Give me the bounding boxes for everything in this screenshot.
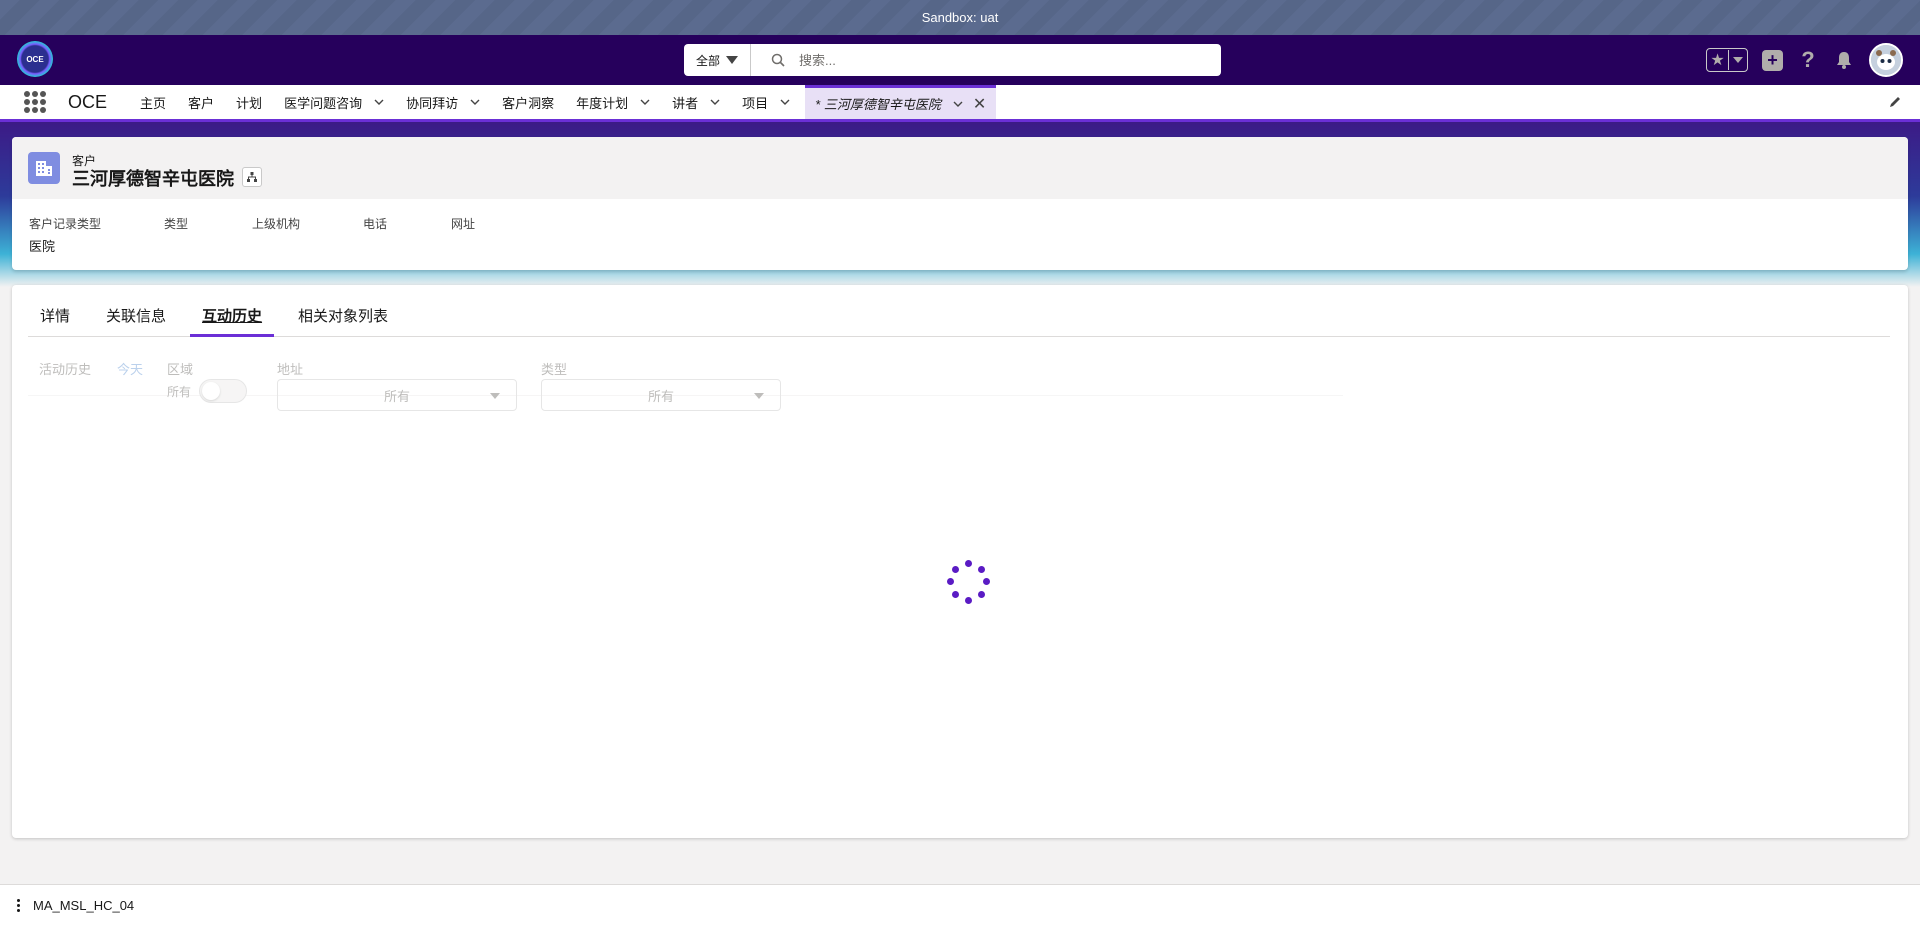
interaction-history-filters: 活动历史 今天 区域 所有 地址 所有 类型 所有: [28, 348, 1343, 411]
favorites-caret-icon[interactable]: [1729, 57, 1747, 63]
user-avatar[interactable]: [1869, 43, 1903, 77]
nav-item-label: 计划: [236, 95, 263, 111]
type-select-value: 所有: [647, 388, 674, 404]
highlight-website: 网址: [451, 215, 539, 255]
record-tabset: 详情 关联信息 互动历史 相关对象列表: [28, 285, 1890, 337]
nav-item-annual-plan[interactable]: 年度计划: [565, 85, 661, 119]
nav-item-medical-inquiry[interactable]: 医学问题咨询: [273, 85, 395, 119]
nav-item-label: 年度计划: [576, 95, 629, 111]
utility-bar: MA_MSL_HC_04: [0, 884, 1920, 925]
record-tabs-card: 详情 关联信息 互动历史 相关对象列表 活动历史 今天 区域 所有 地址 所有 …: [12, 285, 1908, 838]
chevron-down-icon[interactable]: [470, 97, 480, 107]
highlight-label: 客户记录类型: [29, 217, 102, 231]
favorites-star-icon[interactable]: ★: [1707, 50, 1729, 70]
address-select[interactable]: 所有: [277, 379, 517, 411]
nav-item-coaching-visit[interactable]: 协同拜访: [395, 85, 491, 119]
chevron-down-icon[interactable]: [710, 97, 720, 107]
nav-item-accounts[interactable]: 客户: [177, 85, 225, 119]
search-scope-dropdown[interactable]: 全部: [684, 44, 751, 76]
highlight-label: 电话: [363, 217, 388, 231]
highlight-parent-account: 上级机构: [252, 215, 363, 255]
record-title: 三河厚德智辛屯医院: [72, 169, 234, 189]
highlight-type: 类型: [164, 215, 252, 255]
nav-item-plan[interactable]: 计划: [225, 85, 273, 119]
highlights-panel: 客户记录类型 医院 类型 上级机构 电话 网址: [29, 215, 539, 255]
nav-item-label: 客户: [188, 95, 215, 111]
territory-label: 区域: [167, 362, 194, 377]
today-link[interactable]: 今天: [117, 359, 143, 378]
territory-toggle-label: 所有: [167, 385, 192, 399]
chevron-down-icon: [490, 393, 500, 399]
notifications-bell-icon[interactable]: [1833, 49, 1855, 71]
search-scope-label: 全部: [695, 53, 720, 68]
nav-item-label: 医学问题咨询: [284, 95, 363, 111]
chevron-down-icon: [754, 393, 764, 399]
favorites-button-group: ★: [1706, 48, 1748, 72]
record-header: 客户 三河厚德智辛屯医院 客户记录类型 医院 类型 上级机构 电话 网址: [12, 137, 1908, 270]
record-header-top: 客户 三河厚德智辛屯医院: [12, 137, 1908, 199]
tab-related-lists[interactable]: 相关对象列表: [286, 305, 400, 336]
global-actions-plus-icon[interactable]: +: [1762, 49, 1783, 71]
astro-avatar-icon: [1871, 45, 1901, 75]
nav-item-label: 主页: [140, 95, 167, 111]
chevron-down-icon[interactable]: [953, 99, 963, 109]
highlight-record-type: 客户记录类型 医院: [29, 215, 164, 255]
logo-text: OCE: [26, 54, 44, 64]
utility-item-label[interactable]: MA_MSL_HC_04: [33, 898, 134, 913]
highlight-value: 医院: [29, 239, 56, 254]
nav-item-label: 讲者: [672, 95, 699, 111]
current-record-tab-label: * 三河厚德智辛屯医院: [815, 97, 941, 112]
app-launcher-icon[interactable]: [24, 91, 46, 113]
app-name: OCE: [68, 91, 108, 112]
edit-nav-pencil-icon[interactable]: [1888, 95, 1902, 109]
activity-history-label: 活动历史: [39, 362, 92, 377]
app-navigation-bar: OCE 主页 客户 计划 医学问题咨询 协同拜访 客户洞察 年度计划 讲者 项目…: [0, 85, 1920, 122]
chevron-down-icon: [726, 56, 738, 64]
help-icon[interactable]: ?: [1797, 47, 1819, 73]
nav-item-label: 协同拜访: [406, 95, 459, 111]
nav-item-account-insights[interactable]: 客户洞察: [491, 85, 565, 119]
tab-details[interactable]: 详情: [28, 305, 82, 336]
chevron-down-icon[interactable]: [640, 97, 650, 107]
header-actions: ★ + ?: [1706, 42, 1903, 78]
nav-item-speakers[interactable]: 讲者: [661, 85, 731, 119]
sandbox-banner: Sandbox: uat: [0, 0, 1920, 35]
chevron-down-icon[interactable]: [374, 97, 384, 107]
tab-current-record[interactable]: * 三河厚德智辛屯医院 ✕: [805, 85, 997, 119]
nav-item-projects[interactable]: 项目: [731, 85, 801, 119]
loading-spinner-icon: [947, 560, 991, 604]
territory-toggle[interactable]: [199, 379, 247, 403]
hierarchy-icon[interactable]: [242, 167, 262, 187]
highlight-phone: 电话: [363, 215, 451, 255]
global-search: 全部: [684, 44, 1221, 76]
highlight-label: 上级机构: [252, 217, 301, 231]
highlight-label: 类型: [164, 217, 189, 231]
nav-item-label: 客户洞察: [502, 95, 555, 111]
tab-interaction-history[interactable]: 互动历史: [190, 305, 275, 337]
chevron-down-icon[interactable]: [780, 97, 790, 107]
address-label: 地址: [277, 362, 304, 377]
global-header: OCE 全部 ★ + ?: [0, 35, 1920, 85]
sandbox-label: Sandbox: uat: [921, 10, 999, 25]
more-actions-icon[interactable]: [17, 898, 21, 912]
tab-related-info[interactable]: 关联信息: [94, 305, 178, 336]
nav-item-home[interactable]: 主页: [129, 85, 177, 119]
address-select-value: 所有: [383, 388, 410, 404]
type-label: 类型: [541, 362, 568, 377]
type-select[interactable]: 所有: [541, 379, 781, 411]
highlight-label: 网址: [451, 217, 476, 231]
account-building-icon: [28, 152, 60, 184]
nav-item-label: 项目: [742, 95, 769, 111]
search-input[interactable]: [799, 46, 1199, 74]
app-logo[interactable]: OCE: [17, 41, 53, 77]
search-icon: [771, 53, 785, 67]
close-icon[interactable]: ✕: [973, 94, 986, 114]
